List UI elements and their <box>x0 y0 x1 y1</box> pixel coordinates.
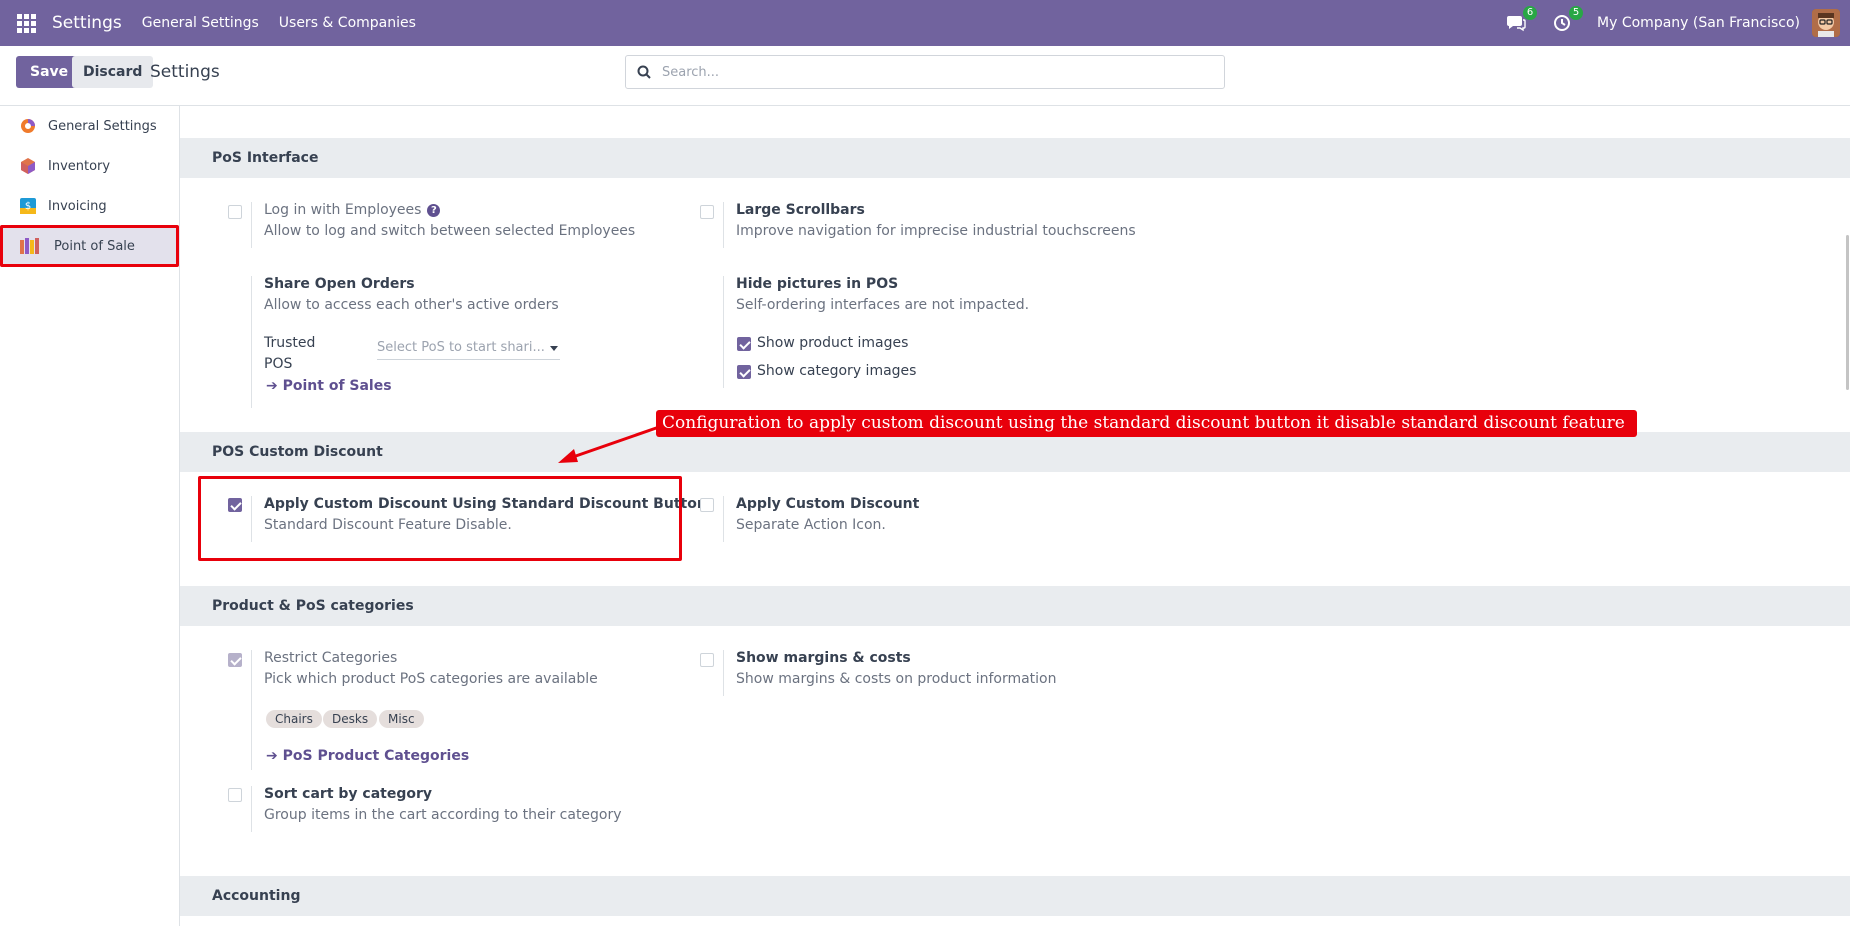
category-tag[interactable]: Misc <box>379 710 424 728</box>
large-scrollbars-checkbox[interactable] <box>700 205 714 219</box>
setting-divider <box>723 650 724 696</box>
setting-divider <box>251 650 252 770</box>
show-category-images-checkbox[interactable] <box>737 365 751 379</box>
category-tag[interactable]: Desks <box>323 710 378 728</box>
scrollbar-thumb[interactable] <box>1846 235 1849 390</box>
point-of-sales-link[interactable]: ➔ Point of Sales <box>266 378 392 394</box>
restrict-categories-desc: Pick which product PoS categories are av… <box>264 671 598 687</box>
restrict-categories-checkbox[interactable] <box>228 653 242 667</box>
arrow-right-icon: ➔ <box>266 748 283 764</box>
hide-pictures-desc: Self-ordering interfaces are not impacte… <box>736 297 1030 313</box>
control-panel: Save Discard Settings <box>0 46 1850 106</box>
sidebar-item-label: Inventory <box>48 158 111 174</box>
chat-icon[interactable]: 6 <box>1505 6 1538 34</box>
setting-divider <box>723 202 724 248</box>
annotation-highlight-sidebar <box>0 225 179 267</box>
sidebar-item-invoicing[interactable]: $ Invoicing <box>0 186 180 226</box>
trusted-pos-label: Trusted <box>264 335 316 351</box>
share-orders-title: Share Open Orders <box>264 276 415 292</box>
section-heading-pos-custom-discount: POS Custom Discount <box>180 432 1850 472</box>
user-avatar[interactable] <box>1812 9 1840 37</box>
company-switcher[interactable]: My Company (San Francisco) <box>1597 15 1800 31</box>
search-bar[interactable] <box>625 55 1225 89</box>
chevron-down-icon <box>550 346 558 351</box>
search-input[interactable] <box>662 64 1202 80</box>
show-category-images-label: Show category images <box>757 363 917 379</box>
setting-divider <box>251 786 252 832</box>
login-employees-desc: Allow to log and switch between selected… <box>264 223 636 239</box>
annotation-highlight-setting <box>198 476 682 561</box>
sidebar-item-inventory[interactable]: Inventory <box>0 146 180 186</box>
top-navbar: Settings General Settings Users & Compan… <box>0 0 1850 46</box>
activity-clock-icon[interactable]: 5 <box>1551 6 1584 34</box>
pos-product-categories-link[interactable]: ➔ PoS Product Categories <box>266 748 469 764</box>
breadcrumb-title: Settings <box>150 62 220 82</box>
search-icon <box>626 65 662 79</box>
menu-users-companies[interactable]: Users & Companies <box>279 15 416 31</box>
help-icon[interactable]: ? <box>427 203 441 217</box>
arrow-right-icon: ➔ <box>266 378 283 394</box>
apps-menu-icon[interactable] <box>0 0 52 46</box>
svg-text:$: $ <box>25 201 31 212</box>
setting-divider <box>723 496 724 542</box>
apply-custom-discount-desc: Separate Action Icon. <box>736 517 886 533</box>
section-heading-product-categories: Product & PoS categories <box>180 586 1850 626</box>
setting-divider <box>251 276 252 408</box>
login-employees-title: Log in with Employees? <box>264 202 441 218</box>
setting-divider <box>251 202 252 248</box>
apply-custom-discount-checkbox[interactable] <box>700 498 714 512</box>
trusted-pos-select[interactable]: Select PoS to start shari... <box>377 338 560 360</box>
large-scrollbars-desc: Improve navigation for imprecise industr… <box>736 223 1136 239</box>
annotation-arrow-icon <box>558 424 663 463</box>
section-heading-pos-interface: PoS Interface <box>180 138 1850 178</box>
setting-divider <box>723 276 724 388</box>
hide-pictures-title: Hide pictures in POS <box>736 276 899 292</box>
show-margins-title: Show margins & costs <box>736 650 911 666</box>
trusted-pos-placeholder: Select PoS to start shari... <box>377 340 545 355</box>
activity-badge: 5 <box>1569 6 1584 20</box>
annotation-label: Configuration to apply custom discount u… <box>656 410 1637 437</box>
trusted-pos-label-2: POS <box>264 356 293 372</box>
discard-button[interactable]: Discard <box>72 56 154 88</box>
show-product-images-label: Show product images <box>757 335 909 351</box>
app-title[interactable]: Settings <box>52 13 122 33</box>
show-margins-checkbox[interactable] <box>700 653 714 667</box>
sidebar-item-label: General Settings <box>48 118 157 134</box>
share-orders-desc: Allow to access each other's active orde… <box>264 297 559 313</box>
section-heading-accounting: Accounting <box>180 876 1850 916</box>
odoo-settings-icon <box>18 116 38 136</box>
large-scrollbars-title: Large Scrollbars <box>736 202 865 218</box>
sidebar-item-general-settings[interactable]: General Settings <box>0 106 180 146</box>
category-tag[interactable]: Chairs <box>266 710 322 728</box>
chat-badge: 6 <box>1523 6 1538 20</box>
apply-custom-discount-title: Apply Custom Discount <box>736 496 920 512</box>
inventory-cube-icon <box>18 156 38 176</box>
login-employees-checkbox[interactable] <box>228 205 242 219</box>
sort-cart-title: Sort cart by category <box>264 786 433 802</box>
show-margins-desc: Show margins & costs on product informat… <box>736 671 1057 687</box>
sidebar-item-label: Invoicing <box>48 198 107 214</box>
show-product-images-checkbox[interactable] <box>737 337 751 351</box>
menu-general-settings[interactable]: General Settings <box>142 15 259 31</box>
sort-cart-checkbox[interactable] <box>228 788 242 802</box>
restrict-categories-title: Restrict Categories <box>264 650 398 666</box>
invoicing-icon: $ <box>18 196 38 216</box>
sort-cart-desc: Group items in the cart according to the… <box>264 807 622 823</box>
